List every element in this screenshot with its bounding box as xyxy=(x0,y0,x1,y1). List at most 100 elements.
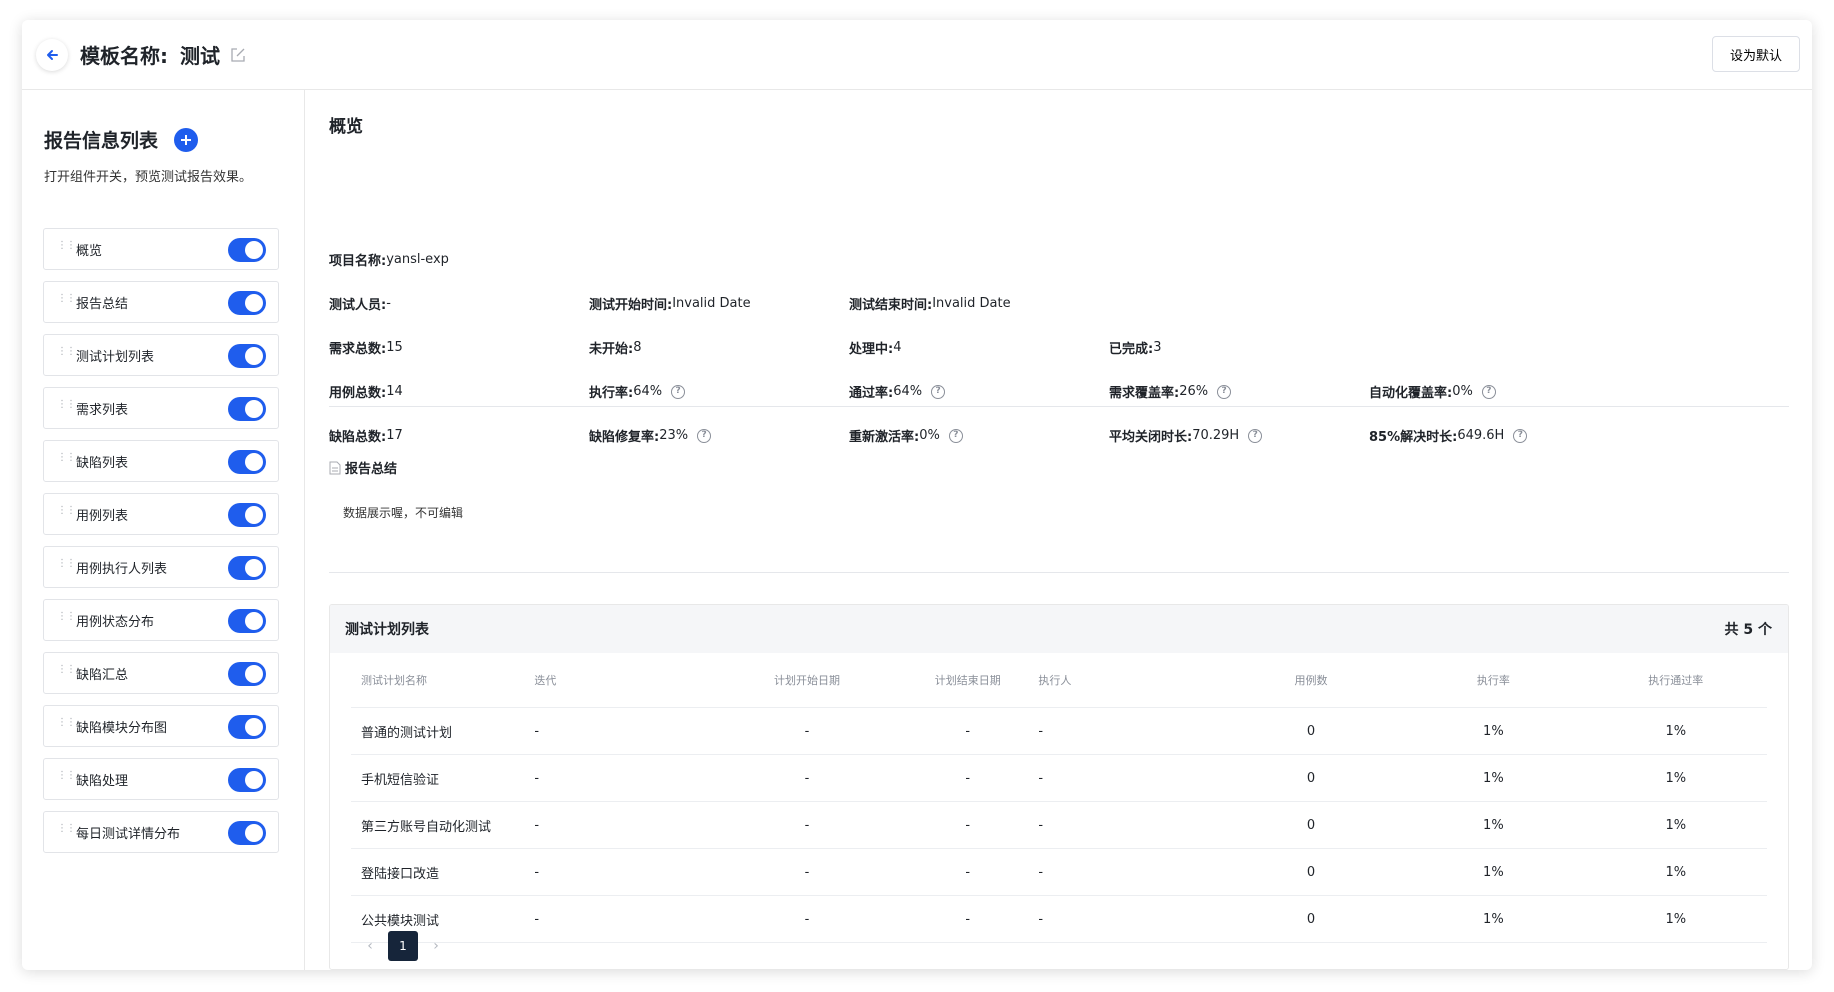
table-cell: 1% xyxy=(1584,754,1767,802)
component-item-bug-list[interactable]: ⋮⋮ 缺陷列表 xyxy=(43,440,279,482)
table-row[interactable]: 公共模块测试 - - - - 0 1% 1% xyxy=(351,895,1767,943)
plan-table: 测试计划名称 迭代 计划开始日期 计划结束日期 执行人 用例数 执行率 执行通过… xyxy=(351,653,1767,943)
component-toggle[interactable] xyxy=(228,238,266,262)
drag-handle-icon[interactable]: ⋮⋮ xyxy=(57,400,76,410)
table-cell: 1% xyxy=(1584,848,1767,896)
table-cell: - xyxy=(898,754,1038,802)
table-cell: - xyxy=(898,707,1038,755)
help-icon[interactable]: ? xyxy=(1481,384,1496,399)
table-row[interactable]: 普通的测试计划 - - - - 0 1% 1% xyxy=(351,707,1767,755)
plan-name-cell[interactable]: 手机短信验证 xyxy=(351,754,534,802)
component-item-case-executor-list[interactable]: ⋮⋮ 用例执行人列表 xyxy=(43,546,279,588)
stat-value: 0% xyxy=(1452,384,1473,399)
set-default-button[interactable]: 设为默认 xyxy=(1712,36,1800,72)
help-icon[interactable]: ? xyxy=(1513,428,1528,443)
component-toggle[interactable] xyxy=(228,662,266,686)
overview-bug-total: 缺陷总数: 17 xyxy=(329,426,403,445)
help-icon[interactable]: ? xyxy=(697,428,712,443)
component-item-daily-detail[interactable]: ⋮⋮ 每日测试详情分布 xyxy=(43,811,279,853)
help-icon[interactable]: ? xyxy=(948,428,963,443)
component-toggle[interactable] xyxy=(228,291,266,315)
table-cell: 0 xyxy=(1219,848,1403,896)
table-row[interactable]: 登陆接口改造 - - - - 0 1% 1% xyxy=(351,848,1767,896)
drag-handle-icon[interactable]: ⋮⋮ xyxy=(57,771,76,781)
document-icon xyxy=(329,461,341,475)
report-preview: 概览 项目名称: yansl-exp 测试人员: - 测试开始时间: Invalid … xyxy=(305,90,1812,970)
chevron-left-icon[interactable]: ‹ xyxy=(356,938,384,954)
table-cell: 1% xyxy=(1402,895,1585,943)
overview-reactivate-rate: 重新激活率: 0%? xyxy=(849,426,963,445)
table-cell: - xyxy=(898,801,1038,849)
component-item-bug-module-chart[interactable]: ⋮⋮ 缺陷模块分布图 xyxy=(43,705,279,747)
component-toggle[interactable] xyxy=(228,503,266,527)
table-cell: 1% xyxy=(1402,707,1585,755)
drag-handle-icon[interactable]: ⋮⋮ xyxy=(57,347,76,357)
edit-icon[interactable] xyxy=(230,47,246,63)
drag-handle-icon[interactable]: ⋮⋮ xyxy=(57,453,76,463)
table-cell: - xyxy=(715,801,899,849)
stat-key: 需求覆盖率: xyxy=(1109,386,1180,401)
table-row[interactable]: 手机短信验证 - - - - 0 1% 1% xyxy=(351,754,1767,802)
component-item-bug-summary[interactable]: ⋮⋮ 缺陷汇总 xyxy=(43,652,279,694)
stat-value: 26% xyxy=(1179,384,1209,399)
component-item-summary[interactable]: ⋮⋮ 报告总结 xyxy=(43,281,279,323)
drag-handle-icon[interactable]: ⋮⋮ xyxy=(57,241,76,251)
column-header: 迭代 xyxy=(533,653,716,708)
app-window: 模板名称: 测试 设为默认 报告信息列表 打开组件开关，预览测试报告效果。 ⋮⋮… xyxy=(22,20,1812,970)
component-item-case-status-distribution[interactable]: ⋮⋮ 用例状态分布 xyxy=(43,599,279,641)
drag-handle-icon[interactable]: ⋮⋮ xyxy=(57,506,76,516)
divider xyxy=(329,406,1789,407)
stat-value: 64% xyxy=(893,384,923,399)
page-number[interactable]: 1 xyxy=(388,931,418,961)
table-cell: - xyxy=(715,895,899,943)
overview-auto-coverage: 自动化覆盖率: 0%? xyxy=(1369,382,1496,401)
component-label: 概览 xyxy=(76,243,103,259)
help-icon[interactable]: ? xyxy=(671,384,686,399)
column-header: 执行通过率 xyxy=(1584,653,1767,708)
table-cell: 1% xyxy=(1584,801,1767,849)
plus-circle-icon[interactable] xyxy=(174,127,199,152)
table-cell: 0 xyxy=(1219,754,1403,802)
table-cell: 1% xyxy=(1402,848,1585,896)
table-row[interactable]: 第三方账号自动化测试 - - - - 0 1% 1% xyxy=(351,801,1767,849)
chevron-right-icon[interactable]: › xyxy=(422,938,450,954)
stat-value: yansl-exp xyxy=(386,252,449,267)
plan-name-cell[interactable]: 登陆接口改造 xyxy=(351,848,534,896)
drag-handle-icon[interactable]: ⋮⋮ xyxy=(57,665,76,675)
plan-name-cell[interactable]: 第三方账号自动化测试 xyxy=(351,801,534,849)
column-header: 计划开始日期 xyxy=(715,653,899,708)
drag-handle-icon[interactable]: ⋮⋮ xyxy=(57,294,76,304)
stat-key: 执行率: xyxy=(589,386,634,401)
help-icon[interactable]: ? xyxy=(1217,384,1232,399)
component-item-overview[interactable]: ⋮⋮ 概览 xyxy=(43,228,279,270)
component-item-bug-handling[interactable]: ⋮⋮ 缺陷处理 xyxy=(43,758,279,800)
drag-handle-icon[interactable]: ⋮⋮ xyxy=(57,612,76,622)
component-toggle[interactable] xyxy=(228,397,266,421)
drag-handle-icon[interactable]: ⋮⋮ xyxy=(57,718,76,728)
stat-key: 平均关闭时长: xyxy=(1109,430,1193,445)
component-list: ⋮⋮ 概览 ⋮⋮ 报告总结 ⋮⋮ 测试计划列表 ⋮⋮ 需求列表 ⋮⋮ 缺陷列表 ⋮⋮ 用例列… xyxy=(43,228,279,864)
component-label: 每日测试详情分布 xyxy=(76,826,181,842)
drag-handle-icon[interactable]: ⋮⋮ xyxy=(57,559,76,569)
component-toggle[interactable] xyxy=(228,609,266,633)
plan-name-cell[interactable]: 普通的测试计划 xyxy=(351,707,534,755)
component-item-plan-list[interactable]: ⋮⋮ 测试计划列表 xyxy=(43,334,279,376)
table-cell: 1% xyxy=(1584,895,1767,943)
help-icon[interactable]: ? xyxy=(931,384,946,399)
table-cell: - xyxy=(533,707,716,755)
stat-value: 17 xyxy=(386,428,403,443)
column-header: 测试计划名称 xyxy=(351,653,534,708)
component-item-case-list[interactable]: ⋮⋮ 用例列表 xyxy=(43,493,279,535)
drag-handle-icon[interactable]: ⋮⋮ xyxy=(57,824,76,834)
component-toggle[interactable] xyxy=(228,821,266,845)
table-cell: - xyxy=(533,801,716,849)
component-item-requirement-list[interactable]: ⋮⋮ 需求列表 xyxy=(43,387,279,429)
back-button[interactable] xyxy=(36,39,68,71)
component-toggle[interactable] xyxy=(228,344,266,368)
help-icon[interactable]: ? xyxy=(1248,428,1263,443)
component-toggle[interactable] xyxy=(228,556,266,580)
component-toggle[interactable] xyxy=(228,715,266,739)
component-toggle[interactable] xyxy=(228,768,266,792)
stat-value: 649.6H xyxy=(1457,428,1505,443)
component-toggle[interactable] xyxy=(228,450,266,474)
